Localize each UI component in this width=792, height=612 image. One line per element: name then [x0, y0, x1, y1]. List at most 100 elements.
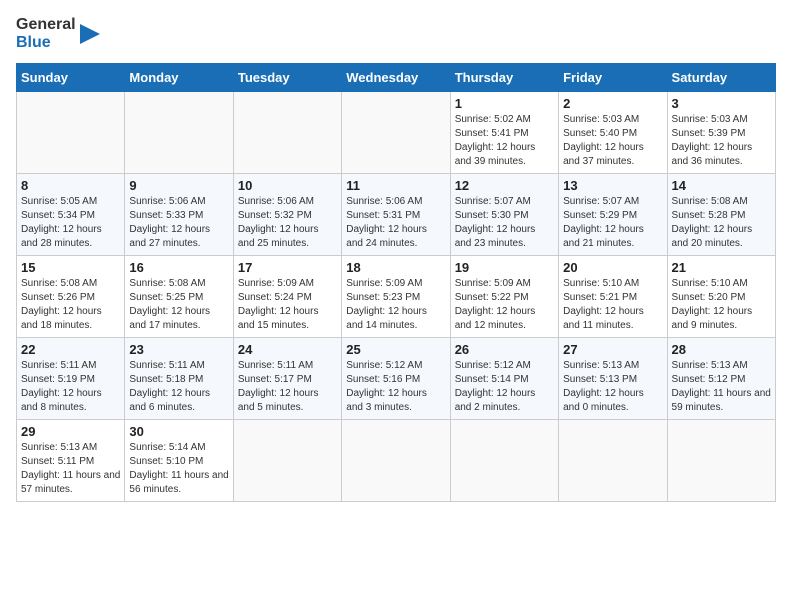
calendar-cell [125, 92, 233, 174]
calendar-week-1: 1 Sunrise: 5:02 AMSunset: 5:41 PMDayligh… [17, 92, 776, 174]
day-info: Sunrise: 5:10 AMSunset: 5:20 PMDaylight:… [672, 278, 753, 331]
day-info: Sunrise: 5:03 AMSunset: 5:39 PMDaylight:… [672, 114, 753, 167]
day-number: 15 [21, 260, 120, 275]
calendar-cell: 16 Sunrise: 5:08 AMSunset: 5:25 PMDaylig… [125, 256, 233, 338]
day-info: Sunrise: 5:05 AMSunset: 5:34 PMDaylight:… [21, 196, 102, 249]
calendar-cell: 8 Sunrise: 5:05 AMSunset: 5:34 PMDayligh… [17, 174, 125, 256]
day-number: 29 [21, 424, 120, 439]
day-info: Sunrise: 5:13 AMSunset: 5:11 PMDaylight:… [21, 442, 120, 495]
col-header-sunday: Sunday [17, 64, 125, 92]
day-number: 30 [129, 424, 228, 439]
day-info: Sunrise: 5:08 AMSunset: 5:28 PMDaylight:… [672, 196, 753, 249]
calendar-week-4: 22 Sunrise: 5:11 AMSunset: 5:19 PMDaylig… [17, 338, 776, 420]
day-number: 3 [672, 96, 771, 111]
calendar-cell: 27 Sunrise: 5:13 AMSunset: 5:13 PMDaylig… [559, 338, 667, 420]
day-info: Sunrise: 5:09 AMSunset: 5:23 PMDaylight:… [346, 278, 427, 331]
day-info: Sunrise: 5:12 AMSunset: 5:14 PMDaylight:… [455, 360, 536, 413]
day-number: 2 [563, 96, 662, 111]
day-number: 13 [563, 178, 662, 193]
day-number: 23 [129, 342, 228, 357]
day-info: Sunrise: 5:08 AMSunset: 5:26 PMDaylight:… [21, 278, 102, 331]
day-number: 11 [346, 178, 445, 193]
day-number: 28 [672, 342, 771, 357]
calendar-table: SundayMondayTuesdayWednesdayThursdayFrid… [16, 63, 776, 502]
calendar-cell: 1 Sunrise: 5:02 AMSunset: 5:41 PMDayligh… [450, 92, 558, 174]
calendar-cell: 13 Sunrise: 5:07 AMSunset: 5:29 PMDaylig… [559, 174, 667, 256]
day-number: 9 [129, 178, 228, 193]
logo-general: General [16, 16, 76, 34]
day-info: Sunrise: 5:08 AMSunset: 5:25 PMDaylight:… [129, 278, 210, 331]
calendar-cell [17, 92, 125, 174]
calendar-cell: 26 Sunrise: 5:12 AMSunset: 5:14 PMDaylig… [450, 338, 558, 420]
day-number: 27 [563, 342, 662, 357]
day-number: 8 [21, 178, 120, 193]
calendar-cell: 29 Sunrise: 5:13 AMSunset: 5:11 PMDaylig… [17, 420, 125, 502]
day-info: Sunrise: 5:09 AMSunset: 5:24 PMDaylight:… [238, 278, 319, 331]
calendar-cell: 11 Sunrise: 5:06 AMSunset: 5:31 PMDaylig… [342, 174, 450, 256]
day-info: Sunrise: 5:02 AMSunset: 5:41 PMDaylight:… [455, 114, 536, 167]
day-number: 19 [455, 260, 554, 275]
day-info: Sunrise: 5:06 AMSunset: 5:32 PMDaylight:… [238, 196, 319, 249]
day-number: 16 [129, 260, 228, 275]
day-info: Sunrise: 5:12 AMSunset: 5:16 PMDaylight:… [346, 360, 427, 413]
col-header-tuesday: Tuesday [233, 64, 341, 92]
calendar-cell: 30 Sunrise: 5:14 AMSunset: 5:10 PMDaylig… [125, 420, 233, 502]
calendar-cell: 20 Sunrise: 5:10 AMSunset: 5:21 PMDaylig… [559, 256, 667, 338]
calendar-cell: 22 Sunrise: 5:11 AMSunset: 5:19 PMDaylig… [17, 338, 125, 420]
calendar-cell: 10 Sunrise: 5:06 AMSunset: 5:32 PMDaylig… [233, 174, 341, 256]
calendar-cell: 23 Sunrise: 5:11 AMSunset: 5:18 PMDaylig… [125, 338, 233, 420]
day-number: 17 [238, 260, 337, 275]
col-header-monday: Monday [125, 64, 233, 92]
calendar-cell: 15 Sunrise: 5:08 AMSunset: 5:26 PMDaylig… [17, 256, 125, 338]
col-header-friday: Friday [559, 64, 667, 92]
col-header-wednesday: Wednesday [342, 64, 450, 92]
day-info: Sunrise: 5:03 AMSunset: 5:40 PMDaylight:… [563, 114, 644, 167]
day-number: 12 [455, 178, 554, 193]
calendar-cell: 25 Sunrise: 5:12 AMSunset: 5:16 PMDaylig… [342, 338, 450, 420]
calendar-week-3: 15 Sunrise: 5:08 AMSunset: 5:26 PMDaylig… [17, 256, 776, 338]
logo-blue: Blue [16, 34, 76, 52]
calendar-cell: 14 Sunrise: 5:08 AMSunset: 5:28 PMDaylig… [667, 174, 775, 256]
day-number: 20 [563, 260, 662, 275]
logo-arrow-icon [80, 19, 100, 49]
day-number: 26 [455, 342, 554, 357]
calendar-cell: 2 Sunrise: 5:03 AMSunset: 5:40 PMDayligh… [559, 92, 667, 174]
calendar-cell [342, 92, 450, 174]
calendar-cell [450, 420, 558, 502]
page-header: General Blue [16, 16, 776, 51]
calendar-cell [559, 420, 667, 502]
calendar-week-2: 8 Sunrise: 5:05 AMSunset: 5:34 PMDayligh… [17, 174, 776, 256]
day-info: Sunrise: 5:10 AMSunset: 5:21 PMDaylight:… [563, 278, 644, 331]
day-info: Sunrise: 5:07 AMSunset: 5:29 PMDaylight:… [563, 196, 644, 249]
logo-text: General Blue [16, 16, 76, 51]
calendar-cell: 28 Sunrise: 5:13 AMSunset: 5:12 PMDaylig… [667, 338, 775, 420]
day-number: 10 [238, 178, 337, 193]
day-info: Sunrise: 5:11 AMSunset: 5:19 PMDaylight:… [21, 360, 102, 413]
day-info: Sunrise: 5:09 AMSunset: 5:22 PMDaylight:… [455, 278, 536, 331]
calendar-cell: 24 Sunrise: 5:11 AMSunset: 5:17 PMDaylig… [233, 338, 341, 420]
day-info: Sunrise: 5:14 AMSunset: 5:10 PMDaylight:… [129, 442, 228, 495]
day-number: 22 [21, 342, 120, 357]
calendar-cell: 21 Sunrise: 5:10 AMSunset: 5:20 PMDaylig… [667, 256, 775, 338]
day-number: 18 [346, 260, 445, 275]
day-number: 24 [238, 342, 337, 357]
calendar-cell [667, 420, 775, 502]
day-number: 1 [455, 96, 554, 111]
col-header-thursday: Thursday [450, 64, 558, 92]
day-info: Sunrise: 5:11 AMSunset: 5:18 PMDaylight:… [129, 360, 210, 413]
day-info: Sunrise: 5:13 AMSunset: 5:13 PMDaylight:… [563, 360, 644, 413]
calendar-cell: 17 Sunrise: 5:09 AMSunset: 5:24 PMDaylig… [233, 256, 341, 338]
day-number: 14 [672, 178, 771, 193]
day-info: Sunrise: 5:11 AMSunset: 5:17 PMDaylight:… [238, 360, 319, 413]
calendar-cell [233, 420, 341, 502]
day-info: Sunrise: 5:07 AMSunset: 5:30 PMDaylight:… [455, 196, 536, 249]
calendar-cell [233, 92, 341, 174]
calendar-cell [342, 420, 450, 502]
day-number: 25 [346, 342, 445, 357]
calendar-cell: 12 Sunrise: 5:07 AMSunset: 5:30 PMDaylig… [450, 174, 558, 256]
calendar-cell: 9 Sunrise: 5:06 AMSunset: 5:33 PMDayligh… [125, 174, 233, 256]
day-info: Sunrise: 5:06 AMSunset: 5:31 PMDaylight:… [346, 196, 427, 249]
calendar-cell: 19 Sunrise: 5:09 AMSunset: 5:22 PMDaylig… [450, 256, 558, 338]
col-header-saturday: Saturday [667, 64, 775, 92]
calendar-week-5: 29 Sunrise: 5:13 AMSunset: 5:11 PMDaylig… [17, 420, 776, 502]
